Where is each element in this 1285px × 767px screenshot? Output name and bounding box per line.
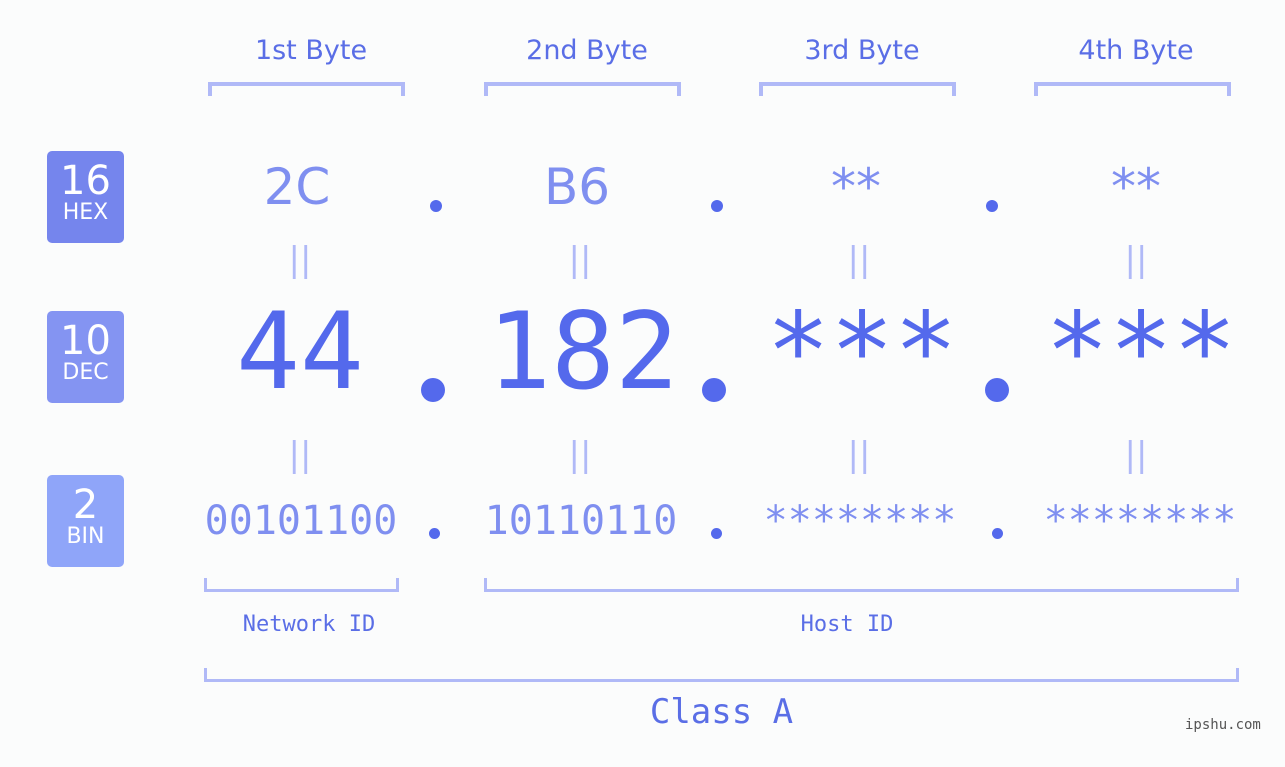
byte-bracket-2: [484, 82, 681, 96]
network-id-label: Network ID: [242, 612, 376, 637]
bin-byte-2: 10110110: [484, 498, 678, 544]
dec-byte-2: 182: [487, 290, 679, 413]
hex-byte-1: 2C: [263, 158, 331, 216]
hex-byte-2: B6: [543, 158, 611, 216]
dec-byte-1: 44: [236, 290, 364, 413]
equals-sign: ||: [288, 240, 312, 280]
dec-separator-dot: [702, 378, 726, 402]
hex-byte-3: **: [831, 158, 881, 216]
bin-badge-label: BIN: [66, 524, 105, 549]
hex-separator-dot: [711, 200, 723, 212]
dec-badge-label: DEC: [62, 360, 109, 385]
equals-sign: ||: [568, 240, 592, 280]
class-label: Class A: [649, 692, 794, 732]
network-id-bracket: [204, 578, 399, 592]
bin-separator-dot: [429, 528, 440, 539]
bin-badge: 2 BIN: [47, 475, 124, 567]
byte-bracket-4: [1034, 82, 1231, 96]
host-id-label: Host ID: [800, 612, 894, 637]
bin-byte-4: ********: [1043, 498, 1237, 544]
byte-header-1: 1st Byte: [254, 35, 368, 66]
byte-bracket-3: [759, 82, 956, 96]
byte-header-2: 2nd Byte: [526, 35, 648, 66]
dec-byte-3: ***: [766, 290, 958, 413]
byte-bracket-1: [208, 82, 405, 96]
equals-sign: ||: [1124, 240, 1148, 280]
bin-separator-dot: [992, 528, 1003, 539]
bin-byte-1: 00101100: [204, 498, 398, 544]
equals-sign: ||: [847, 435, 871, 475]
hex-badge: 16 HEX: [47, 151, 124, 243]
equals-sign: ||: [288, 435, 312, 475]
hex-byte-4: **: [1111, 158, 1161, 216]
dec-badge-base: 10: [60, 318, 111, 364]
dec-byte-4: ***: [1045, 290, 1237, 413]
bin-separator-dot: [711, 528, 722, 539]
equals-sign: ||: [847, 240, 871, 280]
hex-separator-dot: [430, 200, 442, 212]
hex-badge-label: HEX: [62, 200, 109, 225]
byte-header-4: 4th Byte: [1078, 35, 1194, 66]
byte-header-3: 3rd Byte: [804, 35, 920, 66]
hex-badge-base: 16: [60, 158, 111, 204]
host-id-bracket: [484, 578, 1239, 592]
dec-badge: 10 DEC: [47, 311, 124, 403]
equals-sign: ||: [1124, 435, 1148, 475]
equals-sign: ||: [568, 435, 592, 475]
class-bracket: [204, 668, 1239, 682]
dec-separator-dot: [421, 378, 445, 402]
dec-separator-dot: [985, 378, 1009, 402]
hex-separator-dot: [986, 200, 998, 212]
bin-byte-3: ********: [763, 498, 957, 544]
watermark: ipshu.com: [1185, 717, 1261, 733]
bin-badge-base: 2: [72, 482, 99, 528]
